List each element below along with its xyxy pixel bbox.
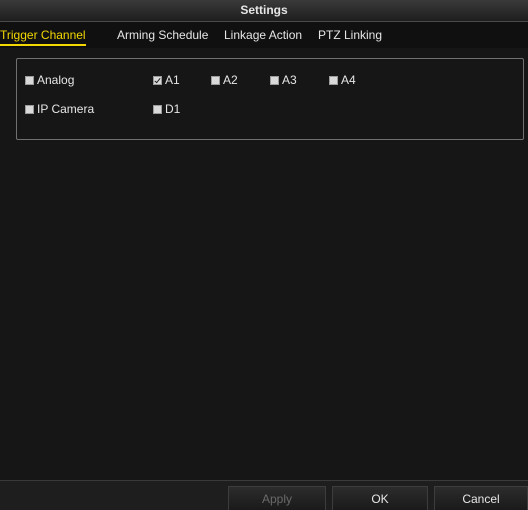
content-panel: Analog A1 A2 A3 A4 IP Camera D1 — [0, 48, 528, 480]
channel-a4-label: A4 — [341, 73, 356, 87]
footer-bar: Apply OK Cancel — [0, 480, 528, 510]
channel-a3-checkbox-box[interactable] — [270, 75, 279, 85]
ip-camera-checkbox-box[interactable] — [25, 104, 34, 114]
settings-window: Settings Trigger Channel Arming Schedule… — [0, 0, 528, 510]
tab-trigger-channel[interactable]: Trigger Channel — [0, 22, 86, 48]
channel-a4-checkbox[interactable]: A4 — [329, 73, 356, 87]
channel-a1-label: A1 — [165, 73, 180, 87]
tab-ptz-linking[interactable]: PTZ Linking — [318, 22, 382, 48]
tab-arming-schedule[interactable]: Arming Schedule — [117, 22, 208, 48]
analog-checkbox-box[interactable] — [25, 75, 34, 85]
analog-checkbox[interactable]: Analog — [25, 73, 74, 87]
channel-a3-label: A3 — [282, 73, 297, 87]
channel-d1-checkbox-box[interactable] — [153, 104, 162, 114]
window-title: Settings — [0, 0, 528, 22]
cancel-button[interactable]: Cancel — [434, 486, 528, 510]
channel-selection-group: Analog A1 A2 A3 A4 IP Camera D1 — [16, 58, 524, 140]
channel-a1-checkbox[interactable]: A1 — [153, 73, 180, 87]
channel-a2-label: A2 — [223, 73, 238, 87]
channel-a2-checkbox[interactable]: A2 — [211, 73, 238, 87]
analog-label: Analog — [37, 73, 75, 87]
channel-a4-checkbox-box[interactable] — [329, 75, 338, 85]
ip-camera-label: IP Camera — [37, 102, 95, 116]
ip-camera-checkbox[interactable]: IP Camera — [25, 102, 94, 116]
channel-d1-label: D1 — [165, 102, 181, 116]
channel-d1-checkbox[interactable]: D1 — [153, 102, 180, 116]
channel-a2-checkbox-box[interactable] — [211, 75, 220, 85]
tab-linkage-action[interactable]: Linkage Action — [224, 22, 302, 48]
channel-a3-checkbox[interactable]: A3 — [270, 73, 297, 87]
channel-a1-checkbox-box[interactable] — [153, 75, 162, 85]
tab-bar: Trigger Channel Arming Schedule Linkage … — [0, 22, 528, 48]
apply-button[interactable]: Apply — [228, 486, 326, 510]
ok-button[interactable]: OK — [332, 486, 428, 510]
